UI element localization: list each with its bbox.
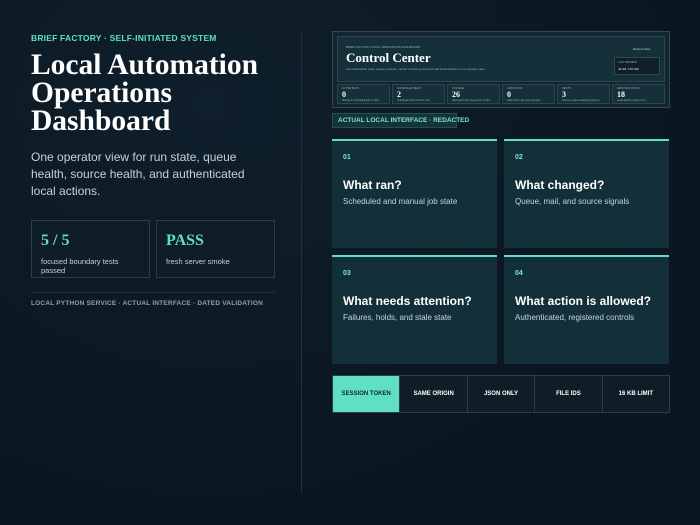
card-desc: Failures, holds, and stale state bbox=[343, 313, 452, 322]
screenshot-title: Control Center bbox=[346, 50, 431, 65]
card-number: 03 bbox=[343, 270, 351, 277]
card-title: What action is allowed? bbox=[515, 294, 652, 308]
metric-desc: Local actions ready to run bbox=[617, 99, 646, 102]
title-line: Local Automation bbox=[31, 49, 258, 81]
title-line: Dashboard bbox=[31, 105, 171, 137]
stat-value: 5 / 5 bbox=[41, 232, 70, 249]
interface-screenshot: BRIEF FACTORY LOCAL OPERATIONS DASHBOARD… bbox=[332, 31, 670, 108]
page-title: Local Automation Operations Dashboard bbox=[31, 49, 281, 137]
card-title: What needs attention? bbox=[343, 294, 472, 308]
metric-value: 2 bbox=[397, 90, 401, 99]
metric-desc: Source records awaiting ingestion bbox=[562, 99, 600, 102]
refresh-button: Refresh Now bbox=[633, 47, 651, 51]
eyebrow-label: BRIEF FACTORY · SELF-INITIATED SYSTEM bbox=[31, 33, 217, 43]
metric-desc: Jobs held in the approval gate bbox=[507, 99, 541, 102]
intro-text: One operator view for run state, queue h… bbox=[31, 150, 245, 198]
metric-desc: Approved briefs queued for review bbox=[452, 99, 491, 102]
stat-tests: 5 / 5 focused boundary tests passed bbox=[31, 220, 150, 278]
card-title: What changed? bbox=[515, 178, 605, 192]
metric-value: 26 bbox=[452, 90, 460, 99]
control-json-only: JSON ONLY bbox=[466, 376, 534, 412]
stat-smoke: PASS fresh server smoke bbox=[156, 220, 275, 278]
hero-panel: BRIEF FACTORY · SELF-INITIATED SYSTEM Lo… bbox=[31, 33, 281, 307]
metric-card: ACTIVE RUNS 0 Manual or scheduled jobs i… bbox=[337, 84, 390, 104]
metric-card: REMOTE ACTIONS 18 Local actions ready to… bbox=[612, 84, 665, 104]
metric-desc: Manual or scheduled jobs in flight bbox=[342, 99, 380, 102]
last-refresh-box: LAST REFRESH Jul 20, 7:57 AM bbox=[614, 57, 660, 75]
screenshot-metrics: ACTIVE RUNS 0 Manual or scheduled jobs i… bbox=[337, 84, 665, 104]
metric-card: JOBS STUCK 0 Jobs held in the approval g… bbox=[502, 84, 555, 104]
control-file-ids: FILE IDS bbox=[534, 376, 601, 412]
divider-line bbox=[31, 292, 275, 293]
metric-value: 0 bbox=[342, 90, 346, 99]
control-size-limit: 16 KB LIMIT bbox=[601, 376, 669, 412]
card-desc: Queue, mail, and source signals bbox=[515, 197, 630, 206]
control-session-token: SESSION TOKEN bbox=[333, 376, 400, 412]
last-refresh-label: LAST REFRESH bbox=[618, 61, 637, 64]
metric-card: IN QUEUE 26 Approved briefs queued for r… bbox=[447, 84, 500, 104]
last-refresh-value: Jul 20, 7:57 AM bbox=[618, 67, 639, 71]
card-number: 02 bbox=[515, 154, 523, 161]
stat-label: focused boundary tests passed bbox=[41, 257, 119, 275]
metric-card: SCHEDULED READY 2 Schedules that could f… bbox=[392, 84, 445, 104]
title-line: Operations bbox=[31, 77, 172, 109]
metric-value: 0 bbox=[507, 90, 511, 99]
card-number: 01 bbox=[343, 154, 351, 161]
control-same-origin: SAME ORIGIN bbox=[399, 376, 466, 412]
card-desc: Scheduled and manual job state bbox=[343, 197, 458, 206]
metric-value: 18 bbox=[617, 90, 625, 99]
screenshot-header: BRIEF FACTORY LOCAL OPERATIONS DASHBOARD… bbox=[337, 36, 665, 82]
security-controls: SESSION TOKEN SAME ORIGIN JSON ONLY FILE… bbox=[332, 375, 670, 413]
stat-value: PASS bbox=[166, 232, 204, 249]
interface-tag: ACTUAL LOCAL INTERFACE · REDACTED bbox=[332, 113, 469, 128]
question-card-04: 04 What action is allowed? Authenticated… bbox=[504, 255, 669, 364]
vertical-divider bbox=[301, 32, 302, 494]
card-title: What ran? bbox=[343, 178, 402, 192]
question-card-01: 01 What ran? Scheduled and manual job st… bbox=[332, 139, 497, 248]
question-card-03: 03 What needs attention? Failures, holds… bbox=[332, 255, 497, 364]
metric-desc: Schedules that could fire now bbox=[397, 99, 430, 102]
stats-row: 5 / 5 focused boundary tests passed PASS… bbox=[31, 220, 281, 278]
screenshot-eyebrow: BRIEF FACTORY LOCAL OPERATIONS DASHBOARD bbox=[346, 45, 421, 49]
card-number: 04 bbox=[515, 270, 523, 277]
metric-value: 3 bbox=[562, 90, 566, 99]
metric-card: INPUTS 3 Source records awaiting ingesti… bbox=[557, 84, 610, 104]
question-card-02: 02 What changed? Queue, mail, and source… bbox=[504, 139, 669, 248]
stat-label: fresh server smoke bbox=[166, 257, 230, 266]
footnote: LOCAL PYTHON SERVICE · ACTUAL INTERFACE … bbox=[31, 300, 264, 307]
screenshot-subtitle: Live automation state, queue pressure, r… bbox=[346, 67, 486, 71]
card-desc: Authenticated, registered controls bbox=[515, 313, 635, 322]
